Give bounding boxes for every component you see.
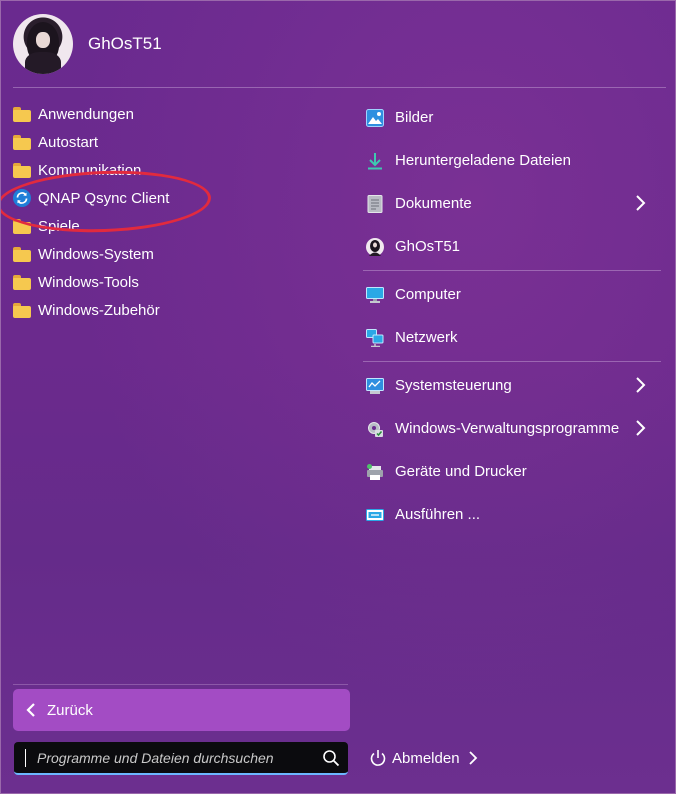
program-item-spiele[interactable]: Spiele: [13, 212, 333, 240]
place-label: Computer: [395, 286, 461, 303]
user-avatar[interactable]: [13, 14, 73, 74]
download-icon: [366, 152, 384, 170]
program-label: QNAP Qsync Client: [38, 189, 170, 207]
user-name[interactable]: GhOsT51: [88, 34, 162, 54]
place-item-dokumente[interactable]: Dokumente: [363, 182, 661, 225]
back-button-label: Zurück: [47, 701, 93, 719]
place-item-geraete-und-drucker[interactable]: Geräte und Drucker: [363, 450, 661, 493]
logout-button[interactable]: Abmelden: [369, 749, 478, 767]
chevron-left-icon: [26, 703, 35, 717]
program-list: Anwendungen Autostart Kommunikation QNAP…: [13, 100, 333, 324]
place-label: Geräte und Drucker: [395, 463, 527, 480]
search-icon[interactable]: [322, 749, 340, 767]
folder-icon: [13, 302, 31, 318]
place-label: Systemsteuerung: [395, 377, 512, 394]
power-icon: [370, 750, 386, 766]
place-item-netzwerk[interactable]: Netzwerk: [363, 316, 661, 359]
place-item-ausfuehren[interactable]: Ausführen ...: [363, 493, 661, 536]
program-item-autostart[interactable]: Autostart: [13, 128, 333, 156]
back-button[interactable]: Zurück: [13, 689, 350, 731]
place-label: Heruntergeladene Dateien: [395, 152, 571, 169]
devices-printers-icon: [366, 463, 384, 481]
program-item-windows-zubehoer[interactable]: Windows-Zubehör: [13, 296, 333, 324]
header-divider: [13, 87, 666, 88]
documents-icon: [366, 194, 384, 213]
folder-icon: [13, 162, 31, 178]
folder-icon: [13, 218, 31, 234]
folder-icon: [13, 246, 31, 262]
search-box: [14, 742, 348, 775]
user-avatar-icon: [366, 237, 384, 256]
program-label: Anwendungen: [38, 105, 134, 123]
place-label: Ausführen ...: [395, 506, 481, 523]
program-label: Autostart: [38, 133, 99, 151]
qsync-icon: [13, 189, 31, 207]
program-label: Windows-System: [38, 245, 154, 263]
place-item-computer[interactable]: Computer: [363, 273, 661, 316]
places-list: Bilder Heruntergeladene Dateien Dokument…: [363, 96, 661, 536]
folder-icon: [13, 274, 31, 290]
place-item-bilder[interactable]: Bilder: [363, 96, 661, 139]
program-label: Windows-Tools: [38, 273, 139, 291]
place-label: Windows-Verwaltungsprogramme: [395, 420, 620, 437]
program-item-kommunikation[interactable]: Kommunikation: [13, 156, 333, 184]
logout-label: Abmelden: [392, 749, 460, 767]
place-label: Dokumente: [395, 195, 472, 212]
avatar-body: [25, 52, 61, 74]
folder-icon: [13, 134, 31, 150]
place-item-systemsteuerung[interactable]: Systemsteuerung: [363, 364, 661, 407]
chevron-right-icon[interactable]: [631, 419, 649, 437]
chevron-right-icon[interactable]: [631, 194, 649, 212]
program-item-qnap-qsync-client[interactable]: QNAP Qsync Client: [13, 184, 333, 212]
place-item-windows-verwaltungsprogramme[interactable]: Windows-Verwaltungsprogramme: [363, 407, 661, 450]
avatar-face: [36, 32, 50, 48]
program-item-anwendungen[interactable]: Anwendungen: [13, 100, 333, 128]
place-label: GhOsT51: [395, 238, 461, 255]
program-item-windows-tools[interactable]: Windows-Tools: [13, 268, 333, 296]
program-label: Spiele: [38, 217, 80, 235]
place-label: Bilder: [395, 109, 434, 126]
run-icon: [366, 506, 384, 524]
computer-icon: [366, 286, 384, 304]
admin-tools-icon: [366, 420, 384, 438]
control-panel-icon: [366, 377, 384, 395]
places-divider: [363, 361, 661, 362]
place-item-user-folder[interactable]: GhOsT51: [363, 225, 661, 268]
place-label: Netzwerk: [395, 329, 458, 346]
program-label: Kommunikation: [38, 161, 142, 179]
place-item-downloads[interactable]: Heruntergeladene Dateien: [363, 139, 661, 182]
chevron-right-icon[interactable]: [631, 376, 649, 394]
chevron-right-icon[interactable]: [468, 751, 478, 765]
search-input[interactable]: [25, 748, 316, 767]
program-label: Windows-Zubehör: [38, 301, 160, 319]
start-menu: GhOsT51 Anwendungen Autostart Kommunikat…: [0, 0, 676, 794]
pictures-icon: [366, 108, 384, 127]
network-icon: [366, 328, 384, 347]
program-item-windows-system[interactable]: Windows-System: [13, 240, 333, 268]
folder-icon: [13, 106, 31, 122]
places-divider: [363, 270, 661, 271]
bottom-divider: [13, 684, 348, 685]
